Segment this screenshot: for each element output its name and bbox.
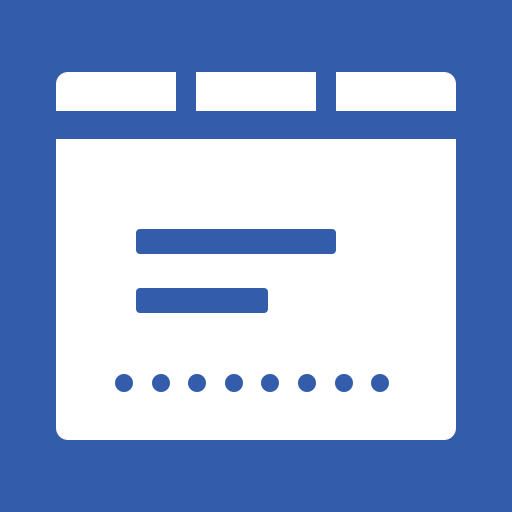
text-line-long bbox=[136, 229, 336, 254]
password-dot bbox=[188, 374, 207, 392]
password-dot bbox=[334, 374, 353, 392]
window-tab-3 bbox=[336, 72, 456, 111]
text-line-short bbox=[136, 288, 268, 313]
password-dot bbox=[261, 374, 280, 392]
window-tab-2 bbox=[196, 72, 316, 111]
password-dot bbox=[115, 374, 133, 392]
password-dot bbox=[371, 374, 390, 392]
password-dot bbox=[298, 374, 316, 392]
window-tab-1 bbox=[56, 72, 176, 111]
window-body bbox=[56, 139, 456, 440]
browser-window-form-icon bbox=[0, 0, 512, 512]
password-dot bbox=[151, 374, 170, 392]
password-dot bbox=[224, 374, 243, 392]
